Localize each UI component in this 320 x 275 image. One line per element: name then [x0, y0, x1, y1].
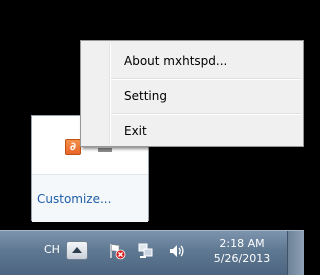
action-center-flag-icon[interactable] [108, 242, 126, 260]
customize-label[interactable]: Customize... [37, 192, 111, 206]
menu-item-about-label[interactable]: About mxhtspd... [124, 54, 227, 68]
icon-slot-indicator [98, 148, 112, 152]
menu-item-setting[interactable]: Setting [83, 81, 301, 111]
menu-item-setting-label[interactable]: Setting [124, 89, 167, 103]
menu-item-about[interactable]: About mxhtspd... [83, 46, 301, 76]
menu-separator [111, 113, 301, 115]
clock-time: 2:18 AM [219, 237, 265, 250]
clock[interactable]: 2:18 AM 5/26/2013 [205, 236, 279, 266]
language-indicator[interactable]: CH [44, 243, 60, 256]
network-icon[interactable] [137, 242, 155, 260]
mxhtspd-app-icon[interactable]: ∂ [65, 139, 81, 155]
tray-context-menu: About mxhtspd... Setting Exit [80, 40, 304, 147]
volume-icon[interactable] [168, 242, 186, 260]
customize-link[interactable]: Customize... [32, 174, 148, 222]
taskbar: CH 2:18 AM 5/26/2013 [0, 230, 304, 275]
show-hidden-icons-button[interactable] [66, 241, 88, 260]
menu-separator [111, 78, 301, 80]
menu-item-exit[interactable]: Exit [83, 116, 301, 146]
clock-date: 5/26/2013 [213, 252, 271, 265]
menu-item-exit-label[interactable]: Exit [124, 124, 147, 138]
show-desktop-button[interactable] [287, 231, 304, 275]
chevron-up-icon [72, 247, 82, 253]
